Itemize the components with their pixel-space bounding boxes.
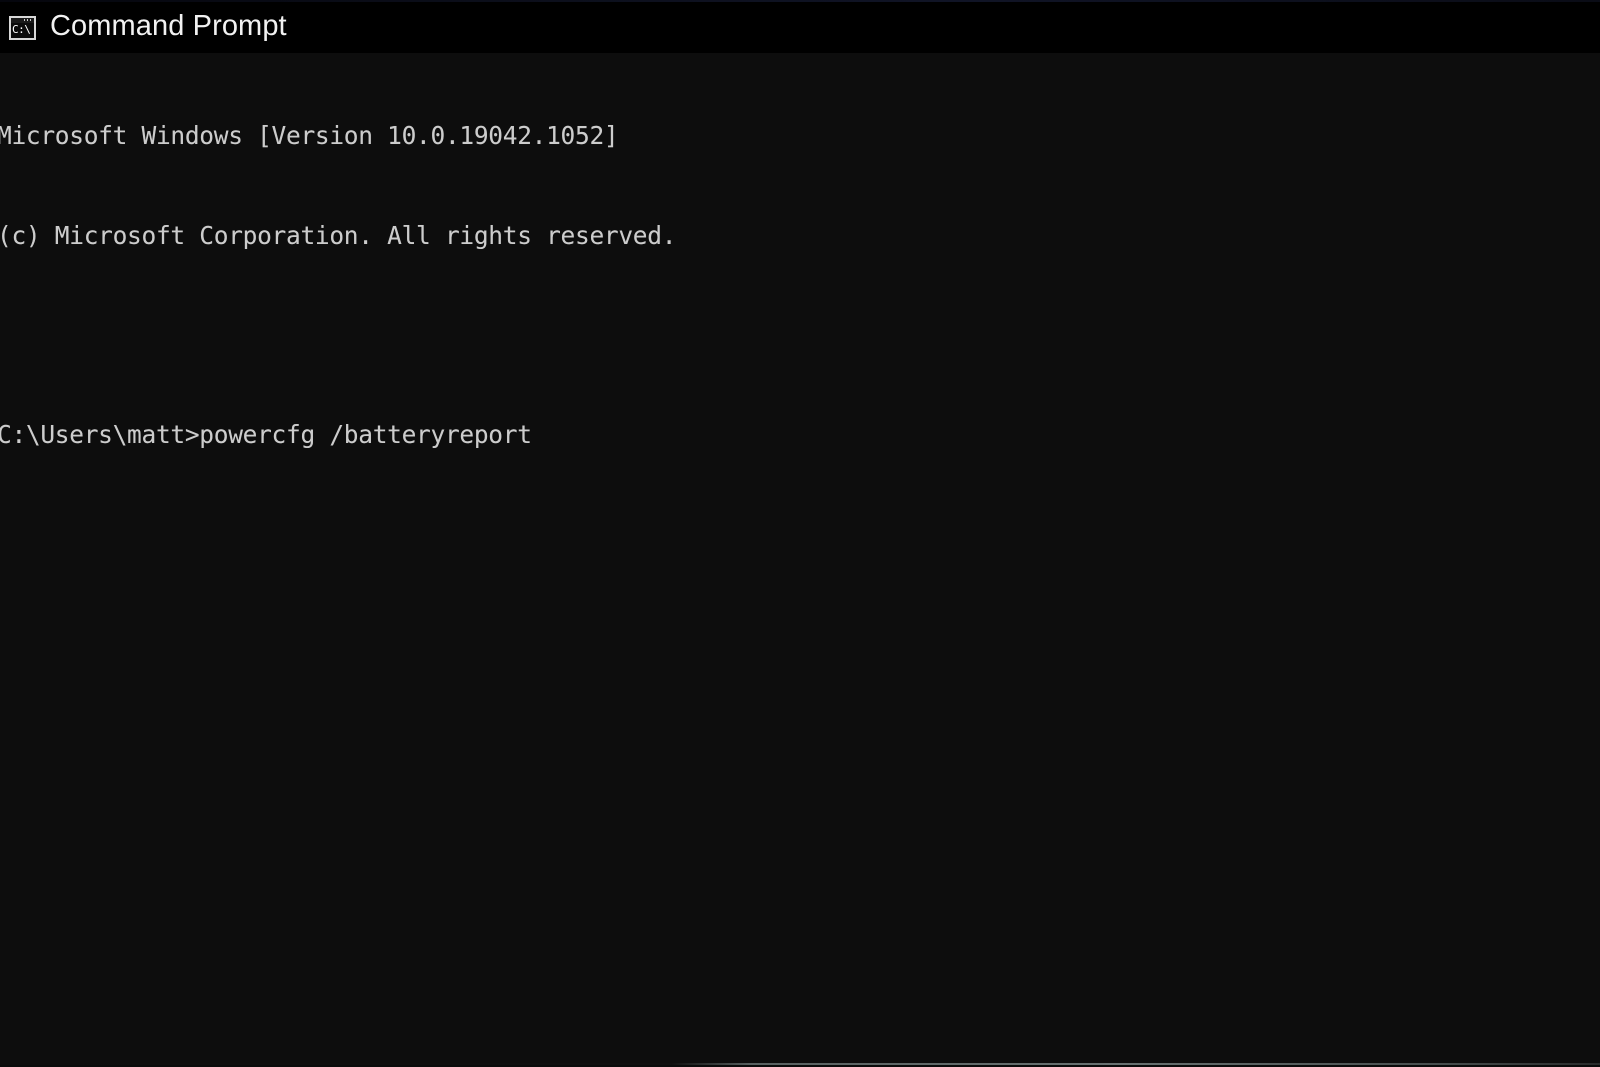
- console-line-blank: [0, 319, 1600, 352]
- console-output-area[interactable]: Microsoft Windows [Version 10.0.19042.10…: [0, 53, 1600, 1067]
- console-line-version: Microsoft Windows [Version 10.0.19042.10…: [0, 121, 619, 151]
- command-prompt-icon-dots: [24, 18, 33, 21]
- title-bar[interactable]: C:\. Command Prompt: [0, 0, 1600, 53]
- console-cursor-row[interactable]: [0, 518, 1600, 551]
- window-top-edge: [0, 0, 1600, 2]
- console-text-buffer[interactable]: Microsoft Windows [Version 10.0.19042.10…: [0, 53, 1600, 617]
- console-line-copyright: (c) Microsoft Corporation. All rights re…: [0, 221, 677, 250]
- command-prompt-icon[interactable]: C:\.: [9, 15, 36, 40]
- window-title: Command Prompt: [50, 10, 287, 42]
- console-line-prompt-command: C:\Users\matt>powercfg /batteryreport: [0, 420, 532, 450]
- command-prompt-icon-glyph: C:\.: [12, 22, 33, 36]
- window-bottom-edge: [0, 1063, 1600, 1065]
- command-prompt-window[interactable]: C:\. Command Prompt Microsoft Windows [V…: [0, 0, 1600, 1067]
